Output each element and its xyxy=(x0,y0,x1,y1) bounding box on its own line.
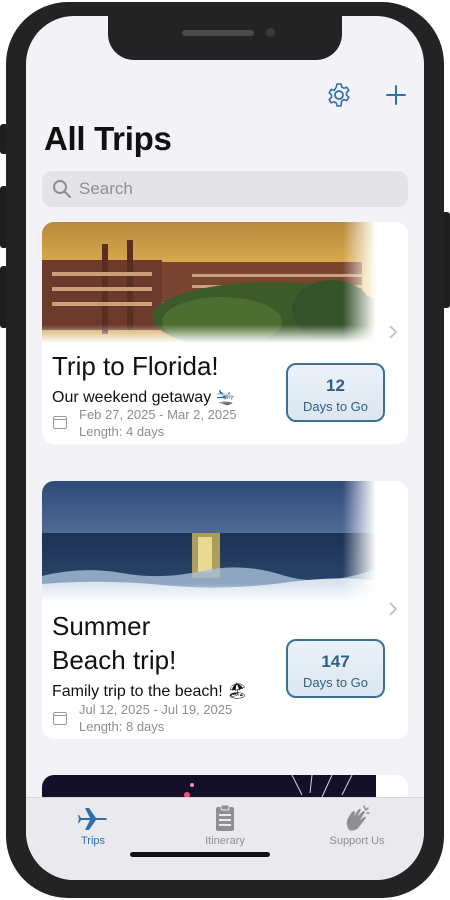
gear-icon xyxy=(328,83,350,107)
home-indicator[interactable] xyxy=(130,852,270,857)
trip-title-line2: Beach trip! xyxy=(52,645,177,675)
trip-photo-beach xyxy=(42,481,376,602)
trip-photo-resort xyxy=(42,222,376,343)
add-trip-button[interactable] xyxy=(381,80,411,110)
plus-icon xyxy=(386,85,406,105)
tab-label: Support Us xyxy=(329,835,385,847)
trip-length: Length: 4 days xyxy=(79,424,165,439)
trip-title-line1: Summer xyxy=(52,611,151,641)
chevron-right-icon xyxy=(388,324,400,340)
days-to-go-badge: 12 Days to Go xyxy=(286,363,385,422)
calendar-icon xyxy=(53,712,67,725)
phone-frame: All Trips Search Trip to Florida! Our we… xyxy=(6,2,444,898)
tab-label: Itinerary xyxy=(205,835,245,847)
trip-title: Trip to Florida! xyxy=(52,351,219,381)
trip-card-florida[interactable]: Trip to Florida! Our weekend getaway 🛬 F… xyxy=(42,222,408,444)
trip-subtitle: Family trip to the beach! 🏖 xyxy=(52,683,248,700)
chevron-right-icon xyxy=(388,601,400,617)
trip-length: Length: 8 days xyxy=(79,719,165,734)
tab-itinerary[interactable]: Itinerary xyxy=(165,804,285,847)
days-label: Days to Go xyxy=(302,399,369,414)
app-screen: All Trips Search Trip to Florida! Our we… xyxy=(26,16,424,880)
tab-bar: Trips Itinerary Support Us xyxy=(26,797,424,880)
search-bar[interactable]: Search xyxy=(42,171,408,207)
calendar-icon xyxy=(53,416,67,429)
tab-support-us[interactable]: Support Us xyxy=(297,804,417,847)
tab-label: Trips xyxy=(80,835,106,847)
search-icon xyxy=(53,180,72,199)
front-camera xyxy=(266,28,275,37)
trip-subtitle: Our weekend getaway 🛬 xyxy=(52,389,236,406)
airplane-icon xyxy=(78,808,107,830)
settings-button[interactable] xyxy=(324,80,354,110)
trip-dates: Jul 12, 2025 - Jul 19, 2025 xyxy=(79,702,233,717)
clipboard-icon xyxy=(216,804,234,831)
days-label: Days to Go xyxy=(302,675,369,690)
trip-dates: Feb 27, 2025 - Mar 2, 2025 xyxy=(79,407,237,422)
speaker xyxy=(182,30,254,36)
notch xyxy=(108,16,342,60)
clapping-hands-icon xyxy=(346,805,370,831)
days-count: 147 xyxy=(321,652,350,671)
days-to-go-badge: 147 Days to Go xyxy=(286,639,385,698)
search-placeholder: Search xyxy=(79,179,133,198)
days-count: 12 xyxy=(326,376,345,395)
trip-card-beach[interactable]: Summer Beach trip! Family trip to the be… xyxy=(42,481,408,739)
page-title: All Trips xyxy=(44,120,172,157)
tab-trips[interactable]: Trips xyxy=(33,804,153,847)
